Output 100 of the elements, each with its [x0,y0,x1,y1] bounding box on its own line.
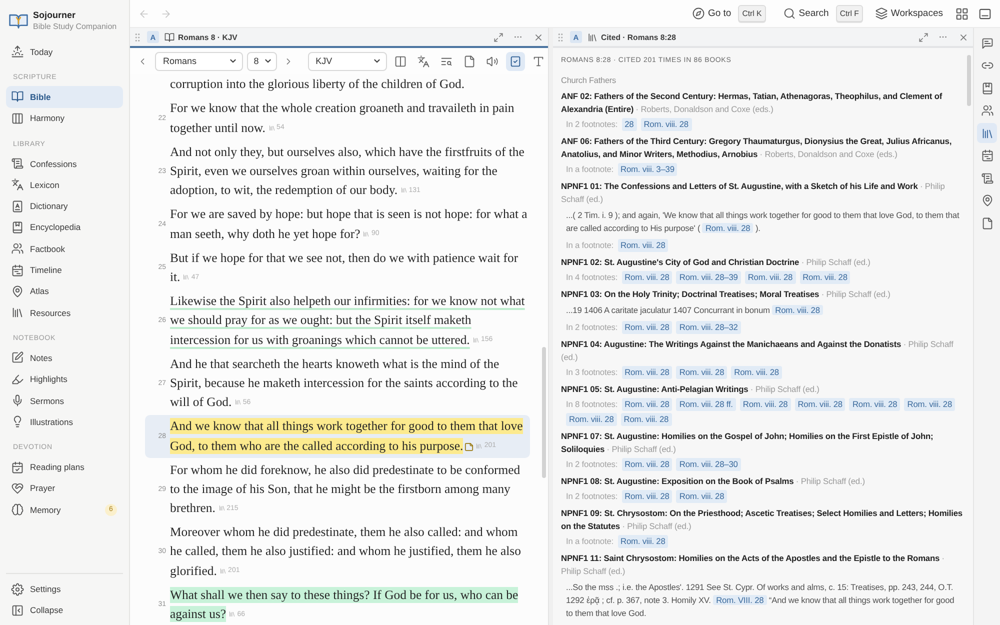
app-tagline: Bible Study Companion [33,22,117,31]
chevron-down-icon [228,57,237,65]
book-citation-title[interactable]: NPNF1 03: On the Holy Trinity; Doctrinal Treatises; Moral Treatises · Philip Schaff (ed.) [561,288,963,300]
reference-link[interactable]: Rom. viii. 28 [620,412,672,426]
open-book-icon [12,91,23,102]
reference-link[interactable]: Rom. viii. 28 [849,398,900,410]
sidebar-item[interactable]: Dictionary [6,195,123,217]
reference-link[interactable]: Rom. viii. 28 [622,398,672,410]
highlighter-icon [12,374,23,385]
footnote-count: In a footnote: [566,534,614,548]
reference-link[interactable]: Rom. viii. 28 [618,534,668,548]
reference-link[interactable]: Rom. viii. 28 [566,412,617,426]
sidebar-item[interactable]: Lexicon [6,174,123,196]
drag-handle-icon[interactable] [558,32,563,42]
book-citation-title[interactable]: NPNF1 04: Augustine: The Writings Against the Manichaeans and Against the Donatists · Philip Schaff (ed.) [561,338,963,364]
sidebar-item[interactable]: Sermons [6,390,123,412]
reference-link[interactable]: Rom. viii. 28 [676,490,728,502]
text-type-icon [533,56,544,66]
reference-link[interactable]: Rom. viii. 3–39 [618,162,678,176]
reference-link[interactable]: Rom. viii. 28 [622,270,672,284]
library-icon [229,611,236,617]
scroll-icon [982,172,992,184]
sidebar-item[interactable]: Atlas [6,280,123,302]
reference-link[interactable]: 28 [622,118,637,130]
reference-link[interactable]: Rom. viii. 28 [622,366,672,378]
reference-link[interactable]: Rom. viii. 28 [640,118,692,130]
reference-link[interactable]: Rom. viii. 28 [904,398,956,410]
footnote-count: In 3 footnotes: [566,366,618,378]
sidebar-item[interactable]: Notes [6,347,123,369]
book-citation-title[interactable]: NPNF1 05: St. Augustine: Anti-Pelagian Writings · Philip Schaff (ed.) [561,382,963,396]
reference-link[interactable]: Rom. VIII. 28 [713,594,767,604]
library-icon [234,399,241,405]
book-citation-title[interactable]: NPNF1 07: St. Augustine: Homilies on the Gospel of John; Homilies on the First Epistle of John; Soliloquies · Philip Schaff (ed.) [561,430,963,456]
reference-link[interactable]: Rom. viii. 28 [622,458,672,470]
sidebar-item[interactable]: Today [6,41,123,62]
sidebar-item[interactable]: Harmony [6,108,123,129]
drag-handle-icon[interactable] [135,32,140,42]
footnote-count: In 2 footnotes: [566,490,618,502]
reference-link[interactable]: Rom. viii. 28–30 [676,458,741,470]
reference-link[interactable]: Rom. viii. 28 [622,320,672,334]
users-icon [12,243,23,254]
sidebar-item[interactable]: Encyclopedia [6,216,123,238]
workspaces-button[interactable]: Workspaces [876,4,943,24]
close-icon [534,32,542,42]
book-citation-title[interactable]: ANF 06: Fathers of the Third Century: Gregory Thaumaturgus, Dionysius the Great, Julius Africanus, Anatolius, and Minor Writers, Methodius, Arnobius · Roberts, Donaldson and Coxe (eds.) [561,134,963,160]
reference-link[interactable]: Rom. viii. 28 [794,398,846,410]
text-search-icon [441,56,452,66]
sidebar-item[interactable]: Prayer [6,478,123,500]
sidebar-item[interactable]: Bible [6,86,123,108]
microphone-icon [12,395,23,406]
footnote-count: In 8 footnotes: [566,398,618,410]
book-citation-title[interactable]: ANF 02: Fathers of the Second Century: Hermas, Tatian, Athenagoras, Theophilus, and Clement of Alexandria (Entire) · Roberts, Donaldson and Coxe (eds.) [561,90,963,116]
scroll-icon [12,158,23,170]
app-name: Sojourner [33,10,77,20]
reference-link[interactable]: Rom. viii. 28 [731,366,782,378]
settings-icon [12,584,23,595]
note-icon[interactable] [465,442,474,450]
sidebar-item[interactable]: Resources [6,302,123,324]
reference-link[interactable]: Rom. viii. 28 ff. [676,398,736,410]
sidebar-item[interactable]: Highlights [6,368,123,390]
arrow-right-icon [161,8,171,18]
calendar-icon [12,264,23,276]
version-select[interactable]: KJV [308,52,388,70]
reference-link[interactable]: Rom. viii. 28 [676,366,728,378]
book-citation-title[interactable]: NPNF1 02: St. Augustine's City of God and Christian Doctrine · Philip Schaff (ed.) [561,256,963,268]
sidebar-item[interactable]: Timeline [6,259,123,281]
reference-link[interactable]: Rom. viii. 28 [744,270,796,284]
sidebar-item[interactable]: Settings [6,578,123,600]
reference-link[interactable]: Rom. viii. 28 [618,238,668,252]
reference-link[interactable]: Rom. viii. 28 [800,270,850,284]
arrow-left-icon [139,8,149,18]
translate-icon [418,56,430,66]
book-citation-title[interactable]: NPNF1 09: St. Chrysostom: On the Priesthood; Ascetic Treatises; Select Homilies and Letters; Homilies on the Statutes · Philip Schaff (ed.) [561,506,963,532]
library-icon [588,32,597,42]
panel-icon [979,8,991,20]
sidebar-item[interactable]: Illustrations [6,411,123,432]
sidebar-item[interactable]: Confessions [6,152,123,174]
map-pin-icon [982,195,992,206]
library-icon [476,442,482,448]
book-select[interactable]: Romans [154,52,243,70]
scrollbar[interactable] [967,55,971,106]
panel-toggle-button[interactable] [977,123,997,143]
brain-icon [12,504,23,516]
book-citation-title[interactable]: NPNF1 01: The Confessions and Letters of St. Augustine, with a Sketch of his Life and Work · Philip Schaff (ed.) [561,180,963,206]
sidebar-item[interactable]: Collapse [6,600,123,621]
sidebar-item[interactable]: Factbook [6,238,123,260]
reference-link[interactable]: Rom. viii. 28–32 [676,320,741,334]
reference-link[interactable]: Rom. viii. 28 [622,490,672,502]
book-citation-title[interactable]: NPNF1 11: Saint Chrysostom: Homilies on the Acts of the Apostles and the Epistle to the Romans · Philip Schaff (ed.) [561,552,963,578]
reference-link[interactable]: Rom. viii. 28–39 [676,270,741,284]
reference-link[interactable]: Rom. viii. 28 [740,398,791,410]
sidebar-item[interactable]: Reading plans [6,456,123,478]
book-citation-title[interactable]: NPNF1 08: St. Augustine: Exposition on the Book of Psalms · Philip Schaff (ed.) [561,474,963,488]
chapter-select[interactable]: 8 [246,52,277,70]
scrollbar[interactable] [542,347,546,478]
link-icon [982,60,992,71]
reference-link[interactable]: Rom. viii. 28 [772,304,823,314]
reference-link[interactable]: Rom. viii. 28 [702,222,754,232]
tool-button[interactable] [506,52,526,70]
group-label: Church Fathers [561,75,618,87]
